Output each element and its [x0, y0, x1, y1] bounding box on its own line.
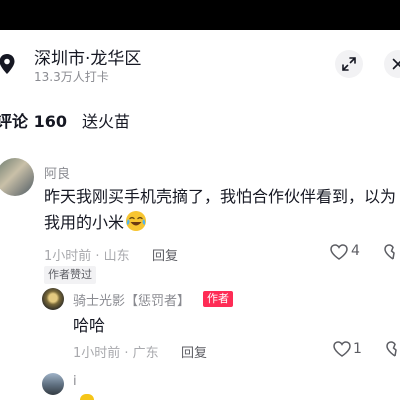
- close-button[interactable]: [384, 50, 400, 78]
- reply-username[interactable]: i: [73, 374, 77, 389]
- like-count: 4: [351, 243, 360, 259]
- tab-send-fire[interactable]: 送火苗: [82, 108, 130, 132]
- expand-button[interactable]: [335, 50, 363, 78]
- reply-button[interactable]: 回复: [181, 342, 207, 361]
- broken-heart-icon[interactable]: [384, 244, 400, 260]
- avatar[interactable]: [42, 373, 64, 395]
- comment-text-line1: 昨天我刚买手机壳摘了，我怕合作伙伴看到，以为: [44, 187, 397, 206]
- checkin-count: 13.3万人打卡: [34, 70, 109, 84]
- avatar[interactable]: [42, 288, 64, 310]
- crying-laughing-emoji-icon: [126, 211, 147, 231]
- reply-meta: 1小时前 · 广东: [73, 346, 159, 361]
- reply-text: 哈哈: [73, 316, 106, 335]
- tab-comments[interactable]: 评论 160: [0, 108, 67, 132]
- close-icon: [392, 58, 400, 70]
- comment-meta: 1小时前 · 山东: [44, 249, 130, 264]
- author-liked-tag: 作者赞过: [44, 266, 96, 284]
- status-bar: [0, 0, 400, 30]
- heart-icon[interactable]: [330, 244, 348, 260]
- broken-heart-icon[interactable]: [386, 341, 400, 357]
- comment-username[interactable]: 阿良: [44, 163, 70, 182]
- avatar[interactable]: [0, 158, 34, 196]
- reply-username[interactable]: 骑士光影【惩罚者】: [73, 290, 190, 309]
- author-badge: 作者: [203, 291, 233, 307]
- heart-icon[interactable]: [333, 341, 351, 357]
- reply-button[interactable]: 回复: [152, 245, 178, 264]
- comment-text-line2-text: 我用的小米: [44, 213, 125, 232]
- emoji-icon: [80, 394, 94, 400]
- location-title: 深圳市·龙华区: [34, 49, 142, 69]
- comment-text-line2: 我用的小米: [44, 210, 147, 236]
- expand-icon: [342, 57, 356, 71]
- location-pin-icon: [0, 53, 16, 75]
- like-count: 1: [353, 341, 362, 357]
